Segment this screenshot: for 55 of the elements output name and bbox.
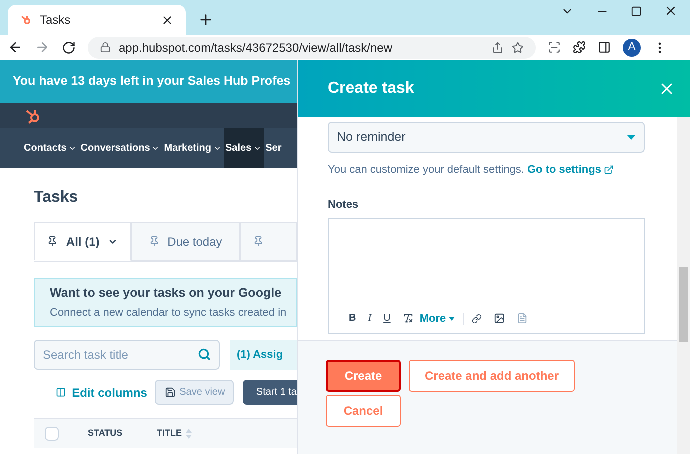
format-button[interactable]: U [384, 311, 391, 326]
view-tab[interactable]: All (1) [34, 222, 132, 261]
card-text: Connect a new calendar to sync tasks created in [50, 306, 288, 321]
format-button[interactable]: B [349, 311, 356, 326]
columns-icon [56, 387, 66, 398]
more-menu-button[interactable]: More [420, 310, 456, 327]
address-bar[interactable]: app.hubspot.com/tasks/43672530/view/all/task/new [88, 36, 536, 58]
external-link-icon [604, 165, 614, 176]
column-header[interactable]: STATUS [88, 426, 157, 440]
page-heading: Tasks [34, 188, 80, 208]
reminder-select[interactable]: No reminder [328, 122, 645, 153]
close-window-icon[interactable] [664, 4, 678, 18]
settings-link[interactable]: Go to settings [528, 162, 602, 178]
new-tab-icon[interactable] [198, 12, 214, 28]
card-title: Want to see your tasks on your Google [50, 284, 283, 302]
format-button[interactable]: I [368, 311, 372, 326]
profile-avatar[interactable]: A [623, 38, 641, 56]
link-icon[interactable] [472, 314, 482, 324]
extensions-puzzle-icon[interactable] [573, 41, 586, 54]
side-panel-icon[interactable] [598, 41, 611, 54]
dropdown-caret-icon [627, 135, 636, 140]
pin-icon [148, 236, 160, 247]
trial-banner: You have 13 days left in your Sales Hub Profes [0, 60, 297, 103]
column-header[interactable]: TITLE [157, 426, 182, 440]
share-icon[interactable] [492, 42, 504, 54]
url-text: app.hubspot.com/tasks/43672530/view/all/task/new [119, 40, 394, 56]
forward-icon[interactable] [35, 40, 50, 55]
pin-icon [252, 236, 264, 247]
notes-editor[interactable]: B I U More [328, 218, 645, 334]
edit-columns-link[interactable]: Edit columns [72, 384, 148, 402]
start-tasks-button[interactable]: Start 1 ta [243, 380, 297, 405]
nav-item[interactable]: Sales [224, 128, 264, 168]
search-icon[interactable] [198, 348, 211, 361]
panel-title: Create task [328, 78, 414, 98]
view-tab[interactable]: Due today [131, 222, 240, 261]
close-icon[interactable] [161, 14, 174, 26]
tab-title: Tasks [40, 12, 72, 29]
nav-item[interactable]: Ser [264, 128, 284, 168]
notes-label: Notes [328, 198, 360, 212]
back-icon[interactable] [8, 40, 23, 55]
reload-icon[interactable] [62, 40, 76, 54]
maximize-icon[interactable] [631, 6, 642, 16]
clear-format-icon[interactable] [402, 313, 414, 324]
pin-icon [47, 236, 58, 247]
scrollbar[interactable] [677, 117, 690, 454]
bookmark-star-icon[interactable] [512, 42, 524, 54]
lock-icon [100, 42, 111, 53]
caret-icon [449, 316, 456, 321]
select-all-checkbox[interactable] [45, 426, 59, 440]
extension-icon[interactable] [548, 41, 561, 54]
sprocket-favicon-icon [20, 14, 32, 26]
image-icon[interactable] [494, 313, 506, 324]
browser-tab[interactable]: Tasks [8, 5, 186, 35]
search-field[interactable]: Search task title [34, 340, 220, 370]
helper-text: You can customize your default settings. [328, 163, 524, 178]
